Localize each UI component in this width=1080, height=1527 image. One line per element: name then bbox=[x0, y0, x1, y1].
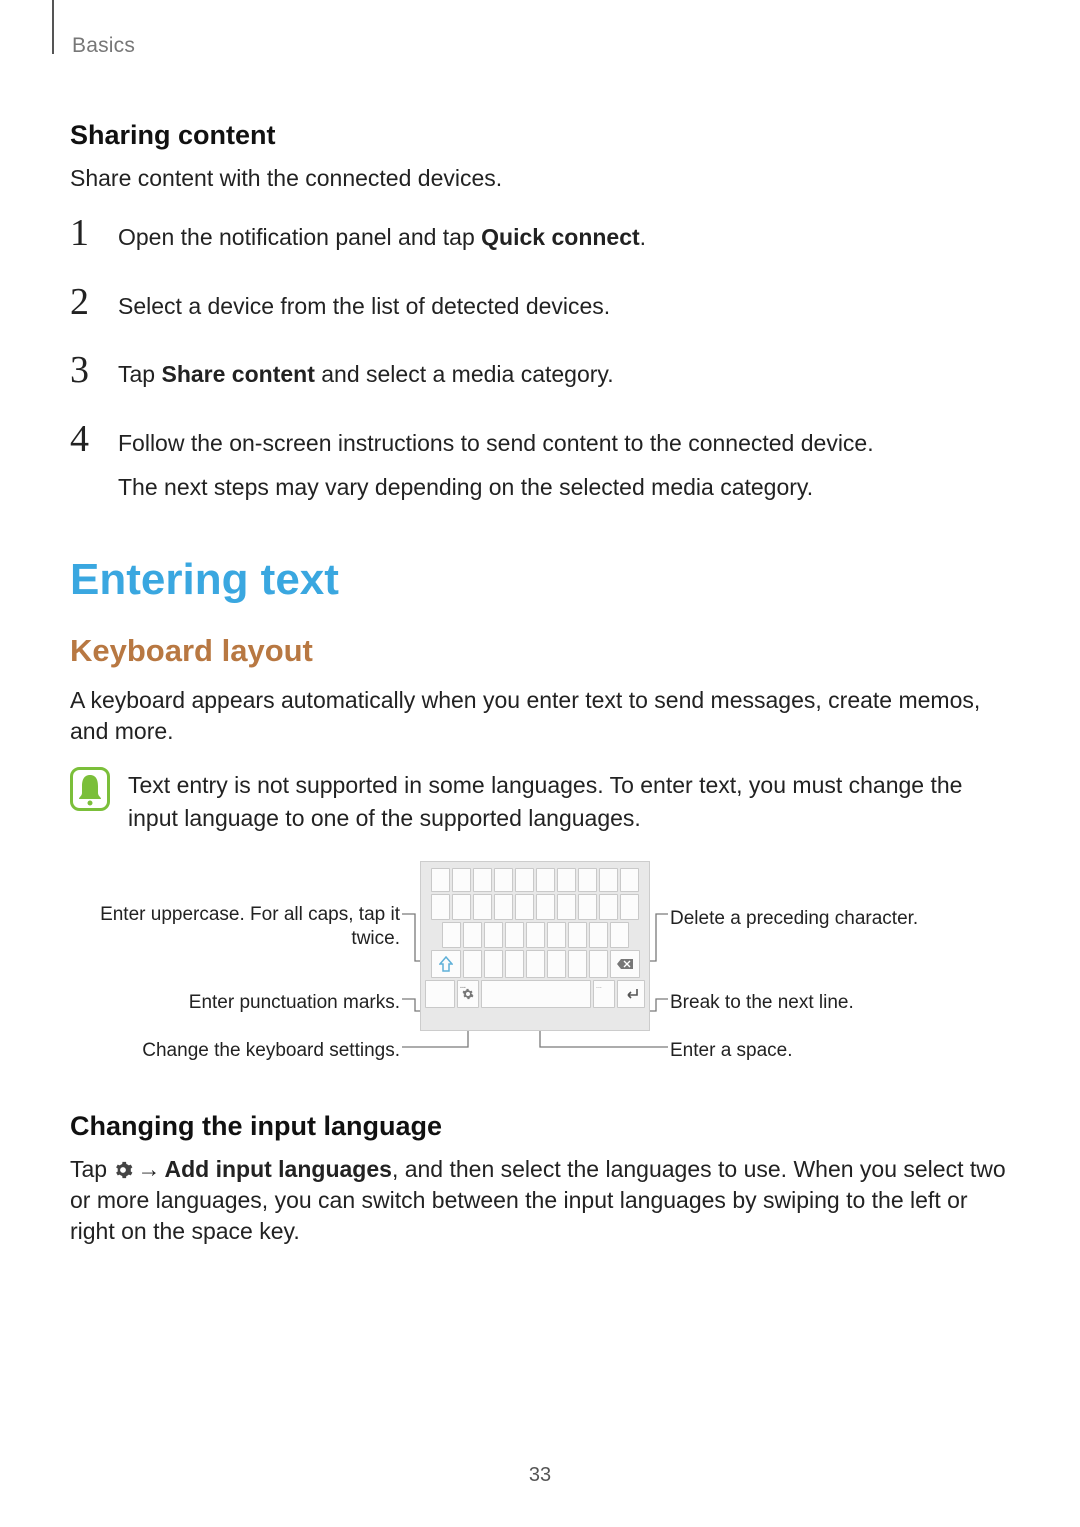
share-content-label: Share content bbox=[161, 361, 314, 387]
entering-text-heading: Entering text bbox=[70, 555, 1010, 605]
key bbox=[452, 868, 471, 892]
sharing-steps: 1 Open the notification panel and tap Qu… bbox=[70, 214, 1010, 505]
punctuation-key bbox=[425, 980, 455, 1008]
header-rule bbox=[52, 0, 54, 54]
keyboard-illustration: ... ... bbox=[420, 861, 650, 1031]
key bbox=[505, 922, 524, 948]
sharing-heading: Sharing content bbox=[70, 120, 1010, 151]
key bbox=[536, 868, 555, 892]
step-3: 3 Tap Share content and select a media c… bbox=[70, 351, 1010, 392]
text: Follow the on-screen instructions to sen… bbox=[118, 430, 874, 456]
note-bell-icon bbox=[70, 767, 110, 811]
quick-connect-label: Quick connect bbox=[481, 224, 639, 250]
key bbox=[620, 868, 639, 892]
key bbox=[484, 922, 503, 948]
step-text: Open the notification panel and tap Quic… bbox=[118, 214, 646, 255]
sharing-intro: Share content with the connected devices… bbox=[70, 163, 1010, 194]
step-number: 4 bbox=[70, 420, 98, 458]
add-input-languages-label: Add input languages bbox=[164, 1156, 391, 1182]
callout-delete: Delete a preceding character. bbox=[670, 907, 1000, 931]
manual-page: Basics Sharing content Share content wit… bbox=[0, 0, 1080, 1527]
key bbox=[442, 922, 461, 948]
step-number: 2 bbox=[70, 283, 98, 321]
key bbox=[547, 922, 566, 948]
key-dots: ... bbox=[596, 983, 602, 990]
callout-linebreak: Break to the next line. bbox=[670, 991, 1000, 1015]
key bbox=[431, 894, 450, 920]
key bbox=[515, 868, 534, 892]
key bbox=[526, 950, 545, 978]
key bbox=[494, 868, 513, 892]
key bbox=[515, 894, 534, 920]
key bbox=[578, 868, 597, 892]
text: . bbox=[640, 224, 646, 250]
callout-space: Enter a space. bbox=[670, 1039, 1000, 1063]
keyboard-figure: Enter uppercase. For all caps, tap it tw… bbox=[70, 861, 1010, 1081]
key bbox=[620, 894, 639, 920]
key bbox=[431, 868, 450, 892]
callout-punctuation: Enter punctuation marks. bbox=[70, 991, 400, 1015]
text: The next steps may vary depending on the… bbox=[118, 470, 874, 505]
text: Open the notification panel and tap bbox=[118, 224, 481, 250]
key bbox=[452, 894, 471, 920]
key bbox=[578, 894, 597, 920]
step-number: 3 bbox=[70, 351, 98, 389]
key bbox=[589, 922, 608, 948]
text: and select a media category. bbox=[315, 361, 614, 387]
key bbox=[599, 868, 618, 892]
key bbox=[589, 950, 608, 978]
gear-icon bbox=[113, 1156, 133, 1182]
text: Tap bbox=[118, 361, 161, 387]
step-2: 2 Select a device from the list of detec… bbox=[70, 283, 1010, 324]
key bbox=[505, 950, 524, 978]
arrow-icon: → bbox=[133, 1156, 164, 1182]
breadcrumb: Basics bbox=[72, 34, 135, 58]
changing-input-heading: Changing the input language bbox=[70, 1111, 1010, 1142]
note-row: Text entry is not supported in some lang… bbox=[70, 767, 1010, 836]
settings-key: ... bbox=[457, 980, 479, 1008]
key bbox=[568, 922, 587, 948]
shift-key bbox=[431, 950, 461, 978]
backspace-key bbox=[610, 950, 640, 978]
step-text: Select a device from the list of detecte… bbox=[118, 283, 610, 324]
changing-input-text: Tap →Add input languages, and then selec… bbox=[70, 1154, 1010, 1247]
step-1: 1 Open the notification panel and tap Qu… bbox=[70, 214, 1010, 255]
note-text: Text entry is not supported in some lang… bbox=[128, 767, 1010, 836]
shift-arrow-icon bbox=[439, 956, 453, 972]
page-number: 33 bbox=[0, 1464, 1080, 1487]
key bbox=[599, 894, 618, 920]
key bbox=[494, 894, 513, 920]
key bbox=[536, 894, 555, 920]
keyboard-intro: A keyboard appears automatically when yo… bbox=[70, 685, 1010, 747]
secondary-key: ... bbox=[593, 980, 615, 1008]
step-text: Tap Share content and select a media cat… bbox=[118, 351, 614, 392]
step-text: Follow the on-screen instructions to sen… bbox=[118, 420, 874, 505]
key bbox=[463, 950, 482, 978]
backspace-icon bbox=[616, 958, 634, 970]
step-4: 4 Follow the on-screen instructions to s… bbox=[70, 420, 1010, 505]
key bbox=[568, 950, 587, 978]
key bbox=[484, 950, 503, 978]
callout-settings: Change the keyboard settings. bbox=[70, 1039, 400, 1063]
enter-key bbox=[617, 980, 645, 1008]
key bbox=[547, 950, 566, 978]
key bbox=[526, 922, 545, 948]
key bbox=[557, 894, 576, 920]
step-number: 1 bbox=[70, 214, 98, 252]
key bbox=[463, 922, 482, 948]
space-key bbox=[481, 980, 591, 1008]
text: Tap bbox=[70, 1156, 113, 1182]
key bbox=[610, 922, 629, 948]
key bbox=[473, 868, 492, 892]
callout-uppercase: Enter uppercase. For all caps, tap it tw… bbox=[70, 903, 400, 951]
keyboard-layout-heading: Keyboard layout bbox=[70, 633, 1010, 669]
key bbox=[473, 894, 492, 920]
key bbox=[557, 868, 576, 892]
key-dots: ... bbox=[460, 983, 466, 990]
enter-icon bbox=[623, 987, 639, 1001]
